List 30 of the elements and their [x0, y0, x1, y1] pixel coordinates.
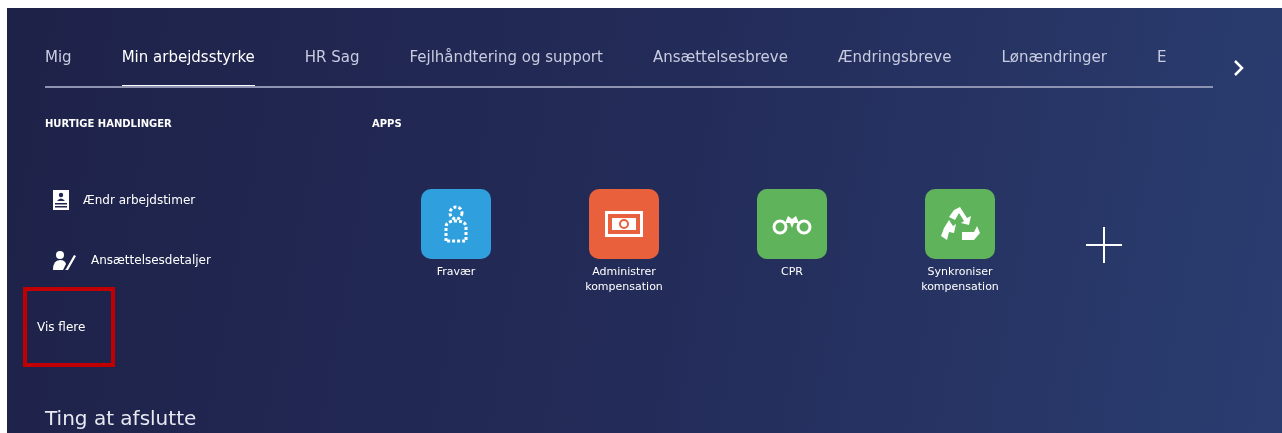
app-tile[interactable] — [925, 189, 995, 259]
tab[interactable]: HR Sag — [304, 48, 360, 86]
app-label[interactable]: Fravær — [401, 265, 511, 280]
app-label[interactable]: CPR — [737, 265, 847, 280]
chevron-right-icon[interactable] — [1233, 59, 1245, 77]
app-label[interactable]: Administrer kompensation — [569, 265, 679, 295]
tab[interactable]: Lønændringer — [1001, 48, 1107, 86]
app-label[interactable]: Synkroniser kompensation — [905, 265, 1015, 295]
section-heading: APPS — [372, 118, 403, 129]
app-tile[interactable] — [421, 189, 491, 259]
tab[interactable]: E — [1157, 48, 1167, 86]
recycle-icon — [940, 206, 980, 242]
quick-action-link[interactable]: Ansættelsesdetaljer — [91, 253, 211, 267]
tab[interactable]: Mig — [45, 48, 72, 86]
app-tile[interactable] — [589, 189, 659, 259]
quick-action-link[interactable]: Ændr arbejdstimer — [83, 193, 196, 207]
section-heading: HURTIGE HANDLINGER — [45, 118, 173, 129]
show-more-link[interactable]: Vis flere — [37, 320, 86, 334]
person-icon — [443, 205, 469, 243]
banknote-icon — [605, 211, 643, 237]
person-pencil-icon — [53, 250, 77, 270]
app-tile[interactable] — [757, 189, 827, 259]
section-title: Ting at afslutte — [45, 405, 197, 431]
binoculars-icon — [772, 213, 812, 235]
tab[interactable]: Ændringsbreve — [837, 48, 952, 86]
id-badge-icon — [53, 190, 69, 210]
tab[interactable]: Ansættelsesbreve — [652, 48, 788, 86]
tab[interactable]: Fejlhåndtering og support — [409, 48, 603, 86]
plus-icon[interactable] — [1086, 227, 1122, 263]
tab[interactable]: Min arbejdsstyrke — [121, 48, 255, 86]
